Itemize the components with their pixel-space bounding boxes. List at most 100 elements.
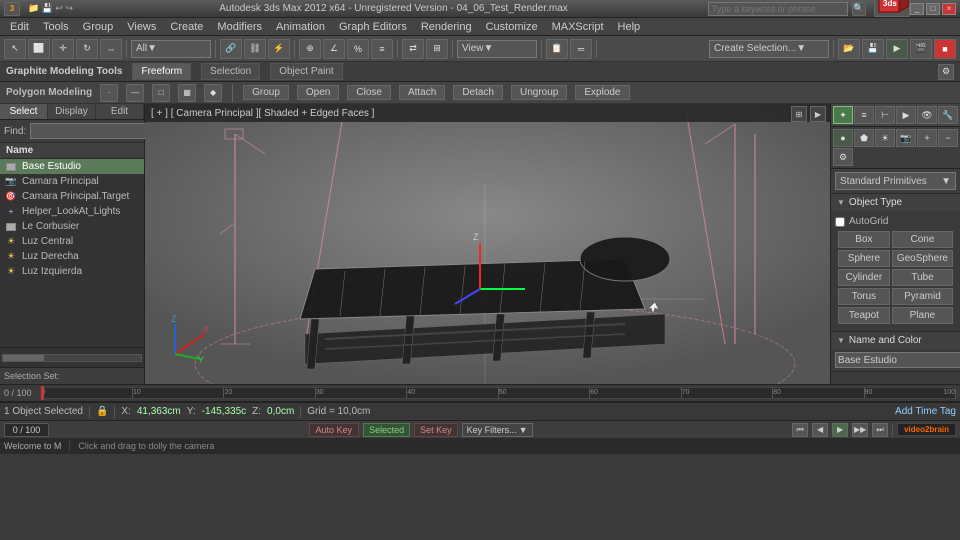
snap-btn[interactable]: ⊕ [299,39,321,59]
rp-modify-icon[interactable]: ≡ [854,106,874,124]
timeline-track[interactable]: 0 10 20 30 40 50 60 70 80 90 100 [40,387,956,399]
mirror-btn[interactable]: ⇄ [402,39,424,59]
vp-maximize-icon[interactable]: ⊞ [791,106,807,122]
menu-modifiers[interactable]: Modifiers [211,20,268,34]
tab-select[interactable]: Select [0,104,48,119]
autogrid-checkbox[interactable] [835,217,845,227]
nav-start-btn[interactable]: ⏮ [792,423,808,437]
torus-btn[interactable]: Torus [838,288,890,305]
maximize-btn[interactable]: □ [926,3,940,15]
menu-maxscript[interactable]: MAXScript [546,20,610,34]
scene-item-le-corbusier[interactable]: Le Corbusier [0,219,144,234]
setkey-btn[interactable]: Set Key [414,423,458,437]
menu-create[interactable]: Create [164,20,209,34]
graphite-tab-selection[interactable]: Selection [201,63,260,80]
snap-percent-btn[interactable]: % [347,39,369,59]
object-name-input[interactable] [835,352,960,368]
scene-item-base-estudio[interactable]: Base Estudio [0,159,144,174]
bind-btn[interactable]: ⚡ [268,39,290,59]
open-btn-poly[interactable]: Open [297,85,339,100]
tab-display[interactable]: Display [48,104,96,119]
graphite-tab-object-paint[interactable]: Object Paint [270,63,342,80]
keyfilters-dropdown[interactable]: Key Filters... ▼ [462,423,533,437]
minimize-btn[interactable]: _ [910,3,924,15]
scene-item-luz-central[interactable]: ☀ Luz Central [0,234,144,249]
edge-mode-btn[interactable]: — [126,84,144,102]
rp-light-icon[interactable]: ☀ [875,129,895,147]
explode-btn[interactable]: Explode [575,85,629,100]
menu-animation[interactable]: Animation [270,20,331,34]
select-region-btn[interactable]: ⬜ [28,39,50,59]
all-dropdown[interactable]: All ▼ [131,40,211,58]
nav-next-btn[interactable]: ▶▶ [852,423,868,437]
primitives-dropdown[interactable]: Standard Primitives ▼ [835,172,956,190]
menu-tools[interactable]: Tools [37,20,75,34]
cylinder-btn[interactable]: Cylinder [838,269,890,286]
detach-btn[interactable]: Detach [453,85,503,100]
search-input[interactable] [708,2,848,16]
box-btn[interactable]: Box [838,231,890,248]
menu-help[interactable]: Help [612,20,647,34]
tab-edit[interactable]: Edit [96,104,144,119]
rp-utilities-icon[interactable]: 🔧 [938,106,958,124]
rp-geometry-icon[interactable]: ● [833,129,853,147]
sphere-btn[interactable]: Sphere [838,250,890,267]
rotate-btn[interactable]: ↻ [76,39,98,59]
scale-btn[interactable]: ⇔ [100,39,122,59]
scene-item-camara-target[interactable]: 🎯 Camara Principal.Target [0,189,144,204]
menu-views[interactable]: Views [121,20,162,34]
close-btn-poly[interactable]: Close [347,85,391,100]
vp-render-icon[interactable]: ▶ [810,106,826,122]
rp-camera-icon[interactable]: 📷 [896,129,916,147]
border-mode-btn[interactable]: □ [152,84,170,102]
render-frame-btn[interactable]: ▶ [886,39,908,59]
menu-customize[interactable]: Customize [480,20,544,34]
ungroup-btn[interactable]: Ungroup [511,85,567,100]
menu-edit[interactable]: Edit [4,20,35,34]
rp-helper-icon[interactable]: + [917,129,937,147]
create-selection-dropdown[interactable]: Create Selection... ▼ [709,40,829,58]
polygon-mode-btn[interactable]: ▦ [178,84,196,102]
open-btn[interactable]: 📂 [838,39,860,59]
group-btn[interactable]: Group [243,85,289,100]
scene-scrollbar[interactable] [2,354,142,362]
graphite-options-btn[interactable]: ⚙ [938,64,954,80]
render-active-btn[interactable]: ■ [934,39,956,59]
menu-group[interactable]: Group [77,20,120,34]
geosphere-btn[interactable]: GeoSphere [892,250,953,267]
rp-create-icon[interactable]: ✦ [833,106,853,124]
scene-item-camara-principal[interactable]: 📷 Camara Principal [0,174,144,189]
graphite-tab-freeform[interactable]: Freeform [132,63,191,80]
scene-item-luz-derecha[interactable]: ☀ Luz Derecha [0,249,144,264]
autokey-btn[interactable]: Auto Key [309,423,360,437]
element-mode-btn[interactable]: ◆ [204,84,222,102]
vertex-mode-btn[interactable]: · [100,84,118,102]
save-btn[interactable]: 💾 [862,39,884,59]
viewport[interactable]: [ + ] [ Camera Principal ][ Shaded + Edg… [145,104,830,384]
nav-play-btn[interactable]: ▶ [832,423,848,437]
cube-widget[interactable]: 3ds [874,0,910,17]
addtimetag-btn[interactable]: Add Time Tag [895,406,956,417]
coord-dropdown[interactable]: View ▼ [457,40,537,58]
attach-btn[interactable]: Attach [399,85,445,100]
unlink-btn[interactable]: ⛓ [244,39,266,59]
render-scene-btn[interactable]: 🎬 [910,39,932,59]
nav-prev-btn[interactable]: ◀ [812,423,828,437]
viewport-canvas[interactable]: Z X Z Y [145,104,830,384]
snap-spinner-btn[interactable]: ≡ [371,39,393,59]
move-btn[interactable]: ✛ [52,39,74,59]
cone-btn[interactable]: Cone [892,231,953,248]
ribbon-btn[interactable]: ═ [570,39,592,59]
close-btn[interactable]: × [942,3,956,15]
rp-motion-icon[interactable]: ▶ [896,106,916,124]
menu-graph-editors[interactable]: Graph Editors [333,20,413,34]
layer-btn[interactable]: 📋 [546,39,568,59]
rp-systems-icon[interactable]: ⚙ [833,148,853,166]
rp-hierarchy-icon[interactable]: ⊢ [875,106,895,124]
rp-display-icon[interactable]: 👁 [917,106,937,124]
tube-btn[interactable]: Tube [892,269,953,286]
scene-item-helper[interactable]: + Helper_LookAt_Lights [0,204,144,219]
plane-btn[interactable]: Plane [892,307,953,324]
teapot-btn[interactable]: Teapot [838,307,890,324]
snap-angle-btn[interactable]: ∠ [323,39,345,59]
